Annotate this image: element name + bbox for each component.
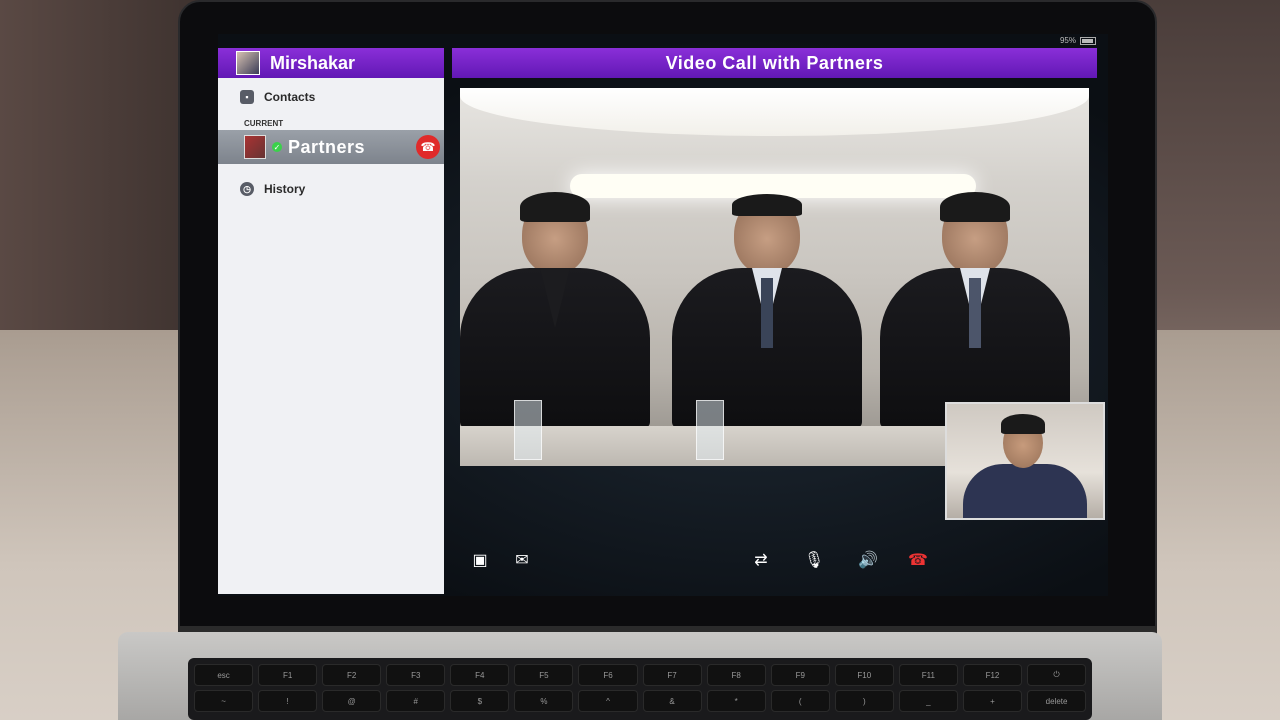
status-bar: 95%	[1060, 36, 1096, 45]
keyboard-key[interactable]: F6	[578, 664, 638, 686]
keyboard-key[interactable]: F10	[834, 664, 894, 686]
keyboard-key[interactable]: #	[386, 690, 446, 712]
end-call-button-mini[interactable]: ☎	[416, 135, 440, 159]
clock-icon: ◷	[240, 182, 254, 196]
user-avatar[interactable]	[236, 51, 260, 75]
participant-center	[672, 194, 862, 428]
online-status-icon: ✓	[272, 142, 282, 152]
self-view-video[interactable]	[945, 402, 1105, 520]
participant-left	[460, 192, 650, 428]
current-call-item[interactable]: ✓ Partners ☎	[218, 130, 444, 164]
microphone-icon[interactable]: 🎙	[802, 548, 826, 572]
keyboard-key[interactable]: F7	[642, 664, 702, 686]
keyboard-key[interactable]: F2	[322, 664, 382, 686]
chat-icon[interactable]: ✉	[510, 548, 534, 572]
laptop-base: esc F1 F2 F3 F4 F5 F6 F7 F8 F9 F10 F11 F12 ⏻ ~! @ # $% ^ &…	[118, 632, 1162, 720]
contacts-icon: ▪	[240, 90, 254, 104]
keyboard-key[interactable]: F3	[386, 664, 446, 686]
ceiling	[460, 88, 1089, 136]
hangup-icon[interactable]: ☎	[906, 548, 930, 572]
keyboard-key[interactable]: F5	[514, 664, 574, 686]
battery-icon	[1080, 36, 1096, 45]
keyboard-key[interactable]: +	[962, 690, 1023, 712]
call-thumbnail	[244, 135, 266, 159]
section-label-current: CURRENT	[244, 118, 284, 128]
keyboard-key[interactable]: ⏻	[1027, 664, 1087, 686]
battery-percent: 95%	[1059, 36, 1076, 45]
keyboard-key[interactable]: %	[514, 690, 574, 712]
keyboard-key[interactable]: (	[770, 690, 830, 712]
keyboard-key[interactable]: *	[706, 690, 766, 712]
history-label: History	[264, 182, 306, 196]
keyboard-key[interactable]: ^	[578, 690, 638, 712]
keyboard-row-function: esc F1 F2 F3 F4 F5 F6 F7 F8 F9 F10 F11 F12 ⏻	[194, 664, 1087, 686]
water-glass	[514, 400, 542, 460]
call-controls: ▣ ✉ ⇄ 🎙 🔊 ☎	[452, 542, 1097, 578]
sidebar-header: Mirshakar	[218, 48, 444, 78]
camera-switch-icon[interactable]: ⇄	[746, 548, 776, 572]
keyboard-key[interactable]: delete	[1027, 690, 1087, 712]
water-glass	[696, 400, 724, 460]
current-call-name: Partners	[288, 136, 366, 157]
keyboard: esc F1 F2 F3 F4 F5 F6 F7 F8 F9 F10 F11 F12 ⏻ ~! @ # $% ^ &…	[188, 658, 1092, 720]
screen-share-icon[interactable]: ▣	[468, 548, 492, 572]
page-title: Video Call with Partners	[452, 48, 1097, 78]
keyboard-row-numbers: ~! @ # $% ^ & *() _ + delete	[194, 690, 1087, 712]
sidebar: Mirshakar ▪ Contacts CURRENT ✓ Partners …	[218, 48, 444, 594]
user-name: Mirshakar	[270, 52, 356, 73]
keyboard-key[interactable]: esc	[194, 664, 254, 686]
keyboard-key[interactable]: @	[322, 690, 382, 712]
contacts-label: Contacts	[264, 90, 316, 104]
keyboard-key[interactable]: ~	[194, 690, 254, 712]
keyboard-key[interactable]: $	[450, 690, 510, 712]
participant-right	[880, 192, 1070, 428]
sidebar-item-history[interactable]: ◷ History	[218, 170, 444, 208]
laptop-screen: 95% Mirshakar ▪ Contacts CURRENT ✓ Partn…	[218, 34, 1108, 596]
keyboard-key[interactable]: F1	[258, 664, 318, 686]
sidebar-item-contacts[interactable]: ▪ Contacts	[218, 78, 444, 116]
keyboard-key[interactable]: F9	[770, 664, 830, 686]
keyboard-key[interactable]: &	[642, 690, 702, 712]
speaker-icon[interactable]: 🔊	[856, 548, 880, 572]
keyboard-key[interactable]: )	[834, 690, 894, 712]
keyboard-key[interactable]: F12	[962, 664, 1023, 686]
keyboard-key[interactable]: !	[258, 690, 318, 712]
keyboard-key[interactable]: F8	[706, 664, 766, 686]
keyboard-key[interactable]: _	[898, 690, 958, 712]
keyboard-key[interactable]: F4	[450, 664, 510, 686]
keyboard-key[interactable]: F11	[898, 664, 958, 686]
